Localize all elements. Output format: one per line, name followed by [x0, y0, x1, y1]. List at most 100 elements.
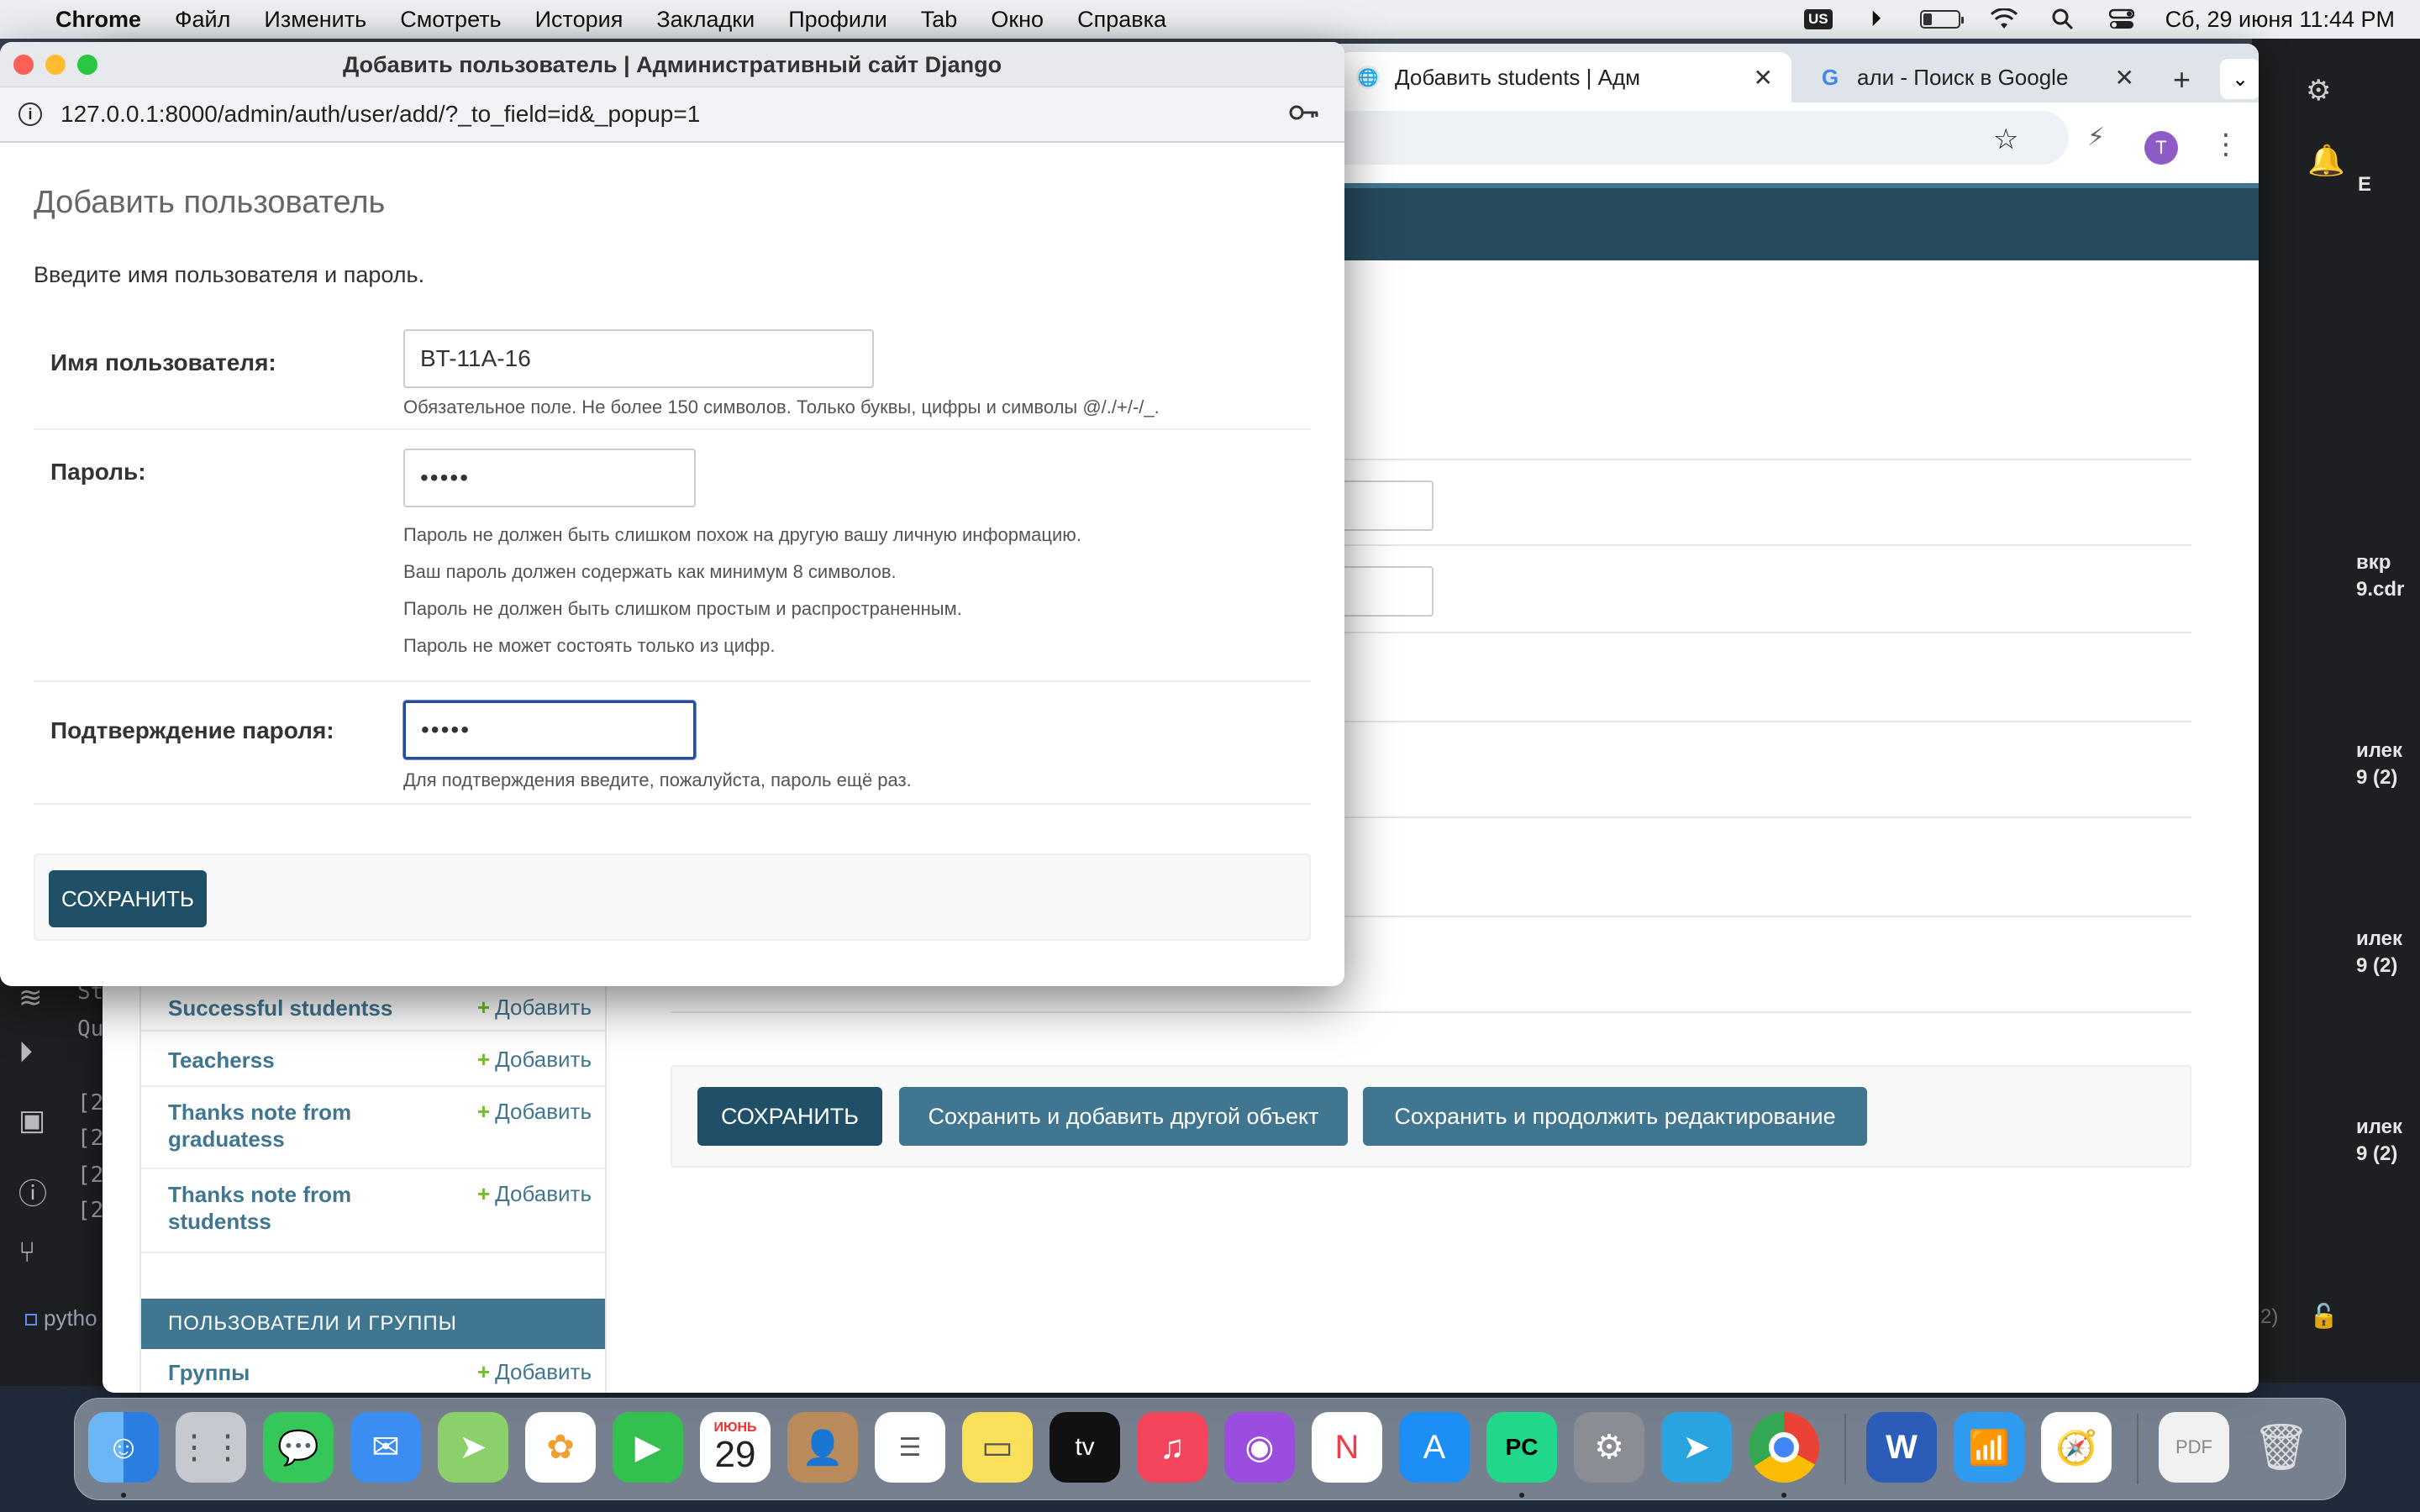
menu-view[interactable]: Смотреть	[400, 7, 501, 33]
dock: ☺ ⋮⋮ 💬 ✉ ➤ ✿ ▶ ИЮНЬ 29 👤 ☰ ▭ tv ♫ ◉ N A …	[74, 1398, 2346, 1500]
save-button[interactable]: СОХРАНИТЬ	[697, 1087, 882, 1146]
lock-icon[interactable]: 🔓	[2309, 1302, 2338, 1330]
new-tab-button[interactable]: +	[2173, 62, 2191, 97]
globe-icon: 🌐	[1356, 66, 1380, 89]
sidebar-row-successful-students[interactable]: Successful studentss + Добавить	[141, 984, 605, 1032]
menu-edit[interactable]: Изменить	[264, 7, 366, 33]
save-and-continue-button[interactable]: Сохранить и продолжить редактирование	[1363, 1087, 1867, 1146]
sidebar-add-link[interactable]: + Добавить	[477, 1181, 592, 1207]
app-store-icon[interactable]: A	[1399, 1412, 1470, 1483]
wifi-icon[interactable]	[1989, 7, 2019, 32]
ide-right-label: 2)	[2260, 1305, 2279, 1328]
finder-icon[interactable]: ☺	[88, 1412, 159, 1483]
battery-icon[interactable]	[1919, 10, 1964, 29]
pycharm-icon[interactable]: PC	[1486, 1412, 1557, 1483]
popup-url-bar[interactable]: i 127.0.0.1:8000/admin/auth/user/add/?_t…	[0, 87, 1344, 143]
sidebar-add-link[interactable]: + Добавить	[477, 1359, 592, 1385]
profile-avatar[interactable]: T	[2144, 131, 2178, 165]
spotlight-search-icon[interactable]	[2048, 7, 2078, 32]
launchpad-icon[interactable]: ⋮⋮	[176, 1412, 246, 1483]
tab-google-search[interactable]: G али - Поиск в Google ✕	[1800, 52, 2153, 102]
running-indicator	[121, 1493, 126, 1498]
sidebar-row-thanks-graduates[interactable]: Thanks note from graduatess + Добавить	[141, 1087, 605, 1169]
running-indicator	[1519, 1493, 1524, 1498]
menu-file[interactable]: Файл	[175, 7, 230, 33]
sidebar-add-link[interactable]: + Добавить	[477, 995, 592, 1021]
podcasts-icon[interactable]: ◉	[1224, 1412, 1295, 1483]
photos-icon[interactable]: ✿	[525, 1412, 596, 1483]
chrome-icon[interactable]	[1749, 1412, 1819, 1483]
music-icon[interactable]: ♫	[1137, 1412, 1207, 1483]
wifi-utility-icon[interactable]: 📶	[1954, 1412, 2024, 1483]
save-and-add-another-button[interactable]: Сохранить и добавить другой объект	[899, 1087, 1348, 1146]
extension-icon[interactable]: ⚡	[2087, 123, 2105, 152]
terminal-line: [2	[77, 1090, 104, 1116]
trash-icon[interactable]: 🗑	[2246, 1412, 2317, 1483]
tab-add-students[interactable]: 🌐 Добавить students | Адм ✕	[1338, 52, 1791, 102]
reminders-icon[interactable]: ☰	[875, 1412, 945, 1483]
tab-search-chevron-icon[interactable]: ⌄	[2220, 59, 2259, 99]
system-settings-icon[interactable]: ⚙	[1574, 1412, 1644, 1483]
sidebar-row-groups[interactable]: Группы + Добавить	[141, 1349, 605, 1393]
input-source-indicator[interactable]: US	[1803, 9, 1833, 29]
mail-icon[interactable]: ✉	[350, 1412, 421, 1483]
site-info-icon[interactable]: i	[18, 102, 42, 126]
menu-profiles[interactable]: Профили	[788, 7, 887, 33]
sidebar-add-link[interactable]: + Добавить	[477, 1099, 592, 1125]
telegram-icon[interactable]: ➤	[1661, 1412, 1732, 1483]
close-window-button[interactable]	[13, 55, 34, 75]
pdf-document-icon[interactable]: PDF	[2159, 1412, 2229, 1483]
menu-bookmarks[interactable]: Закладки	[656, 7, 755, 33]
git-branch-icon[interactable]: ⑂	[18, 1236, 35, 1269]
password-input[interactable]: •••••	[403, 449, 696, 507]
close-tab-icon[interactable]: ✕	[1754, 64, 1773, 92]
plus-icon: +	[476, 1047, 491, 1072]
control-center-icon[interactable]	[2107, 7, 2137, 32]
problems-icon[interactable]: ⓘ	[18, 1171, 47, 1212]
sidebar-row-thanks-students[interactable]: Thanks note from studentss + Добавить	[141, 1169, 605, 1253]
menu-tab[interactable]: Tab	[921, 7, 958, 33]
minimize-window-button[interactable]	[45, 55, 66, 75]
tv-icon[interactable]: tv	[1050, 1412, 1120, 1483]
calendar-icon[interactable]: ИЮНЬ 29	[700, 1412, 771, 1483]
terminal-icon[interactable]: ▣	[18, 1104, 45, 1137]
news-icon[interactable]: N	[1312, 1412, 1382, 1483]
popup-save-button[interactable]: СОХРАНИТЬ	[49, 870, 207, 927]
terminal-line: [2	[77, 1163, 104, 1188]
layers-icon[interactable]: ≋	[18, 981, 43, 1015]
password-key-icon[interactable]	[1289, 100, 1319, 129]
sidebar-add-link[interactable]: + Добавить	[477, 1047, 592, 1073]
gear-icon[interactable]: ⚙	[2306, 74, 2331, 108]
facetime-icon[interactable]: ▶	[613, 1412, 683, 1483]
menu-history[interactable]: История	[535, 7, 623, 33]
plus-icon: +	[476, 1181, 491, 1206]
terminal-line: [2	[77, 1126, 104, 1151]
play-circle-icon[interactable]: ⏵	[1861, 6, 1891, 32]
close-tab-icon[interactable]: ✕	[2115, 64, 2134, 92]
zoom-window-button[interactable]	[77, 55, 97, 75]
notification-bell-icon[interactable]: 🔔	[2307, 143, 2345, 178]
popup-url-text[interactable]: 127.0.0.1:8000/admin/auth/user/add/?_to_…	[60, 101, 700, 128]
menubar-clock[interactable]: Сб, 29 июня 11:44 PM	[2165, 7, 2395, 33]
calendar-day: 29	[714, 1434, 756, 1475]
menu-window[interactable]: Окно	[991, 7, 1044, 33]
password-help-item: Пароль не может состоять только из цифр.	[403, 635, 776, 656]
safari-icon[interactable]: 🧭	[2041, 1412, 2112, 1483]
messages-icon[interactable]: 💬	[263, 1412, 334, 1483]
more-menu-icon[interactable]: ⋮	[2212, 128, 2240, 161]
notes-icon[interactable]: ▭	[962, 1412, 1033, 1483]
username-label: Имя пользователя:	[50, 349, 276, 375]
maps-icon[interactable]: ➤	[438, 1412, 508, 1483]
bookmark-star-icon[interactable]: ☆	[1993, 123, 2018, 156]
password-confirm-input[interactable]: •••••	[403, 701, 696, 759]
popup-window: Добавить пользователь | Административный…	[0, 42, 1344, 986]
menu-help[interactable]: Справка	[1077, 7, 1166, 33]
contacts-icon[interactable]: 👤	[787, 1412, 858, 1483]
sidebar-section-caption[interactable]: ПОЛЬЗОВАТЕЛИ И ГРУППЫ	[141, 1299, 605, 1349]
menu-app-name[interactable]: Chrome	[55, 7, 141, 33]
word-icon[interactable]: W	[1866, 1412, 1937, 1483]
run-icon[interactable]: ⏵	[18, 1037, 33, 1069]
sidebar-row-teachers[interactable]: Teacherss + Добавить	[141, 1032, 605, 1087]
username-input[interactable]: BT-11A-16	[403, 329, 874, 388]
ide-right-label: E	[2358, 173, 2372, 196]
